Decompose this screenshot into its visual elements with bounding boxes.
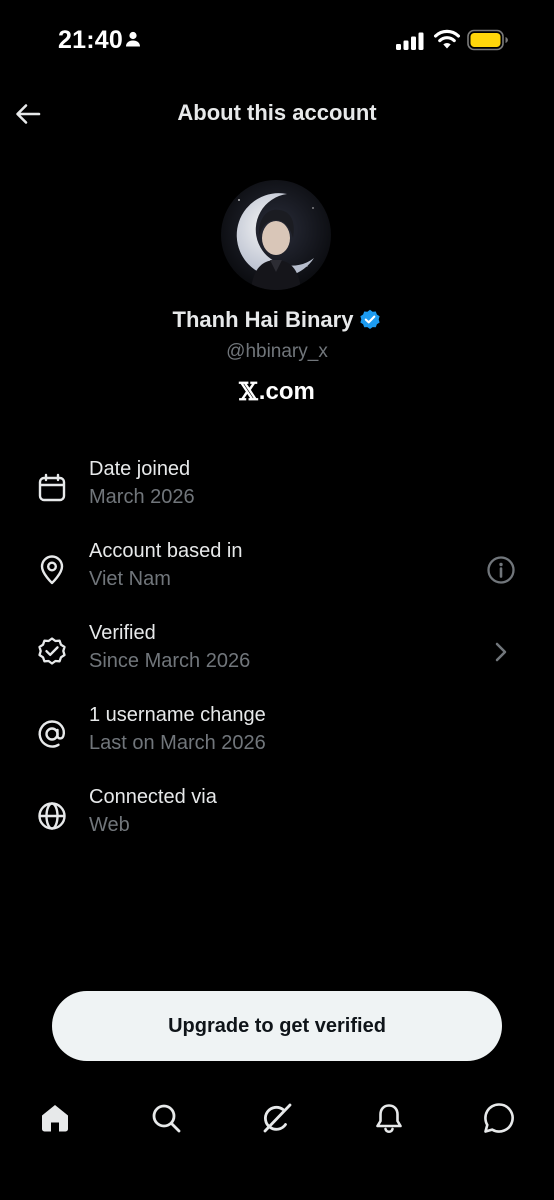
search-icon	[152, 1104, 181, 1133]
detail-connected-via: Connected via Web	[0, 786, 554, 856]
detail-title: Date joined	[89, 458, 191, 480]
nav-messages[interactable]	[479, 1098, 519, 1138]
nav-grok[interactable]	[257, 1098, 297, 1138]
x-logo-icon: 𝕏	[239, 377, 258, 406]
info-button[interactable]	[484, 553, 518, 587]
detail-subtitle: Last on March 2026	[89, 732, 266, 754]
globe-icon	[38, 802, 66, 830]
detail-username-changes: 1 username change Last on March 2026	[0, 704, 554, 774]
detail-account-location: Account based in Viet Nam	[0, 540, 554, 610]
nav-home[interactable]	[35, 1098, 75, 1138]
chevron-right-icon	[484, 635, 518, 669]
bottom-nav	[0, 1090, 554, 1146]
grok-icon	[263, 1103, 292, 1133]
detail-subtitle: Web	[89, 814, 130, 836]
detail-verified[interactable]: Verified Since March 2026	[0, 622, 554, 692]
handle: @hbinary_x	[226, 341, 328, 362]
nav-notifications[interactable]	[369, 1098, 409, 1138]
messages-icon	[484, 1103, 514, 1133]
detail-subtitle: March 2026	[89, 486, 195, 508]
verified-badge-outline-icon	[38, 637, 66, 665]
detail-subtitle: Viet Nam	[89, 568, 171, 590]
status-bar: 21:40	[0, 0, 554, 84]
detail-title: Account based in	[89, 540, 243, 562]
cellular-signal-icon	[396, 32, 424, 55]
display-name-row: Thanh Hai Binary	[0, 307, 554, 333]
wifi-icon	[433, 28, 461, 55]
verified-badge-icon	[360, 309, 381, 329]
detail-title: 1 username change	[89, 704, 266, 726]
calendar-icon	[38, 473, 66, 502]
battery-icon	[467, 29, 509, 56]
platform-domain: .com	[258, 377, 315, 405]
info-icon	[487, 556, 515, 584]
detail-title: Connected via	[89, 786, 217, 808]
status-time: 21:40	[58, 26, 123, 54]
bell-icon	[376, 1104, 402, 1133]
detail-title: Verified	[89, 622, 156, 644]
location-pin-icon	[40, 555, 64, 585]
page-title: About this account	[177, 100, 377, 125]
upgrade-button[interactable]: Upgrade to get verified	[52, 991, 502, 1061]
detail-subtitle: Since March 2026	[89, 650, 251, 672]
at-sign-icon	[38, 720, 65, 748]
person-icon	[125, 31, 141, 52]
display-name: Thanh Hai Binary	[172, 307, 354, 332]
platform-label: 𝕏 .com	[0, 377, 554, 406]
avatar	[221, 180, 331, 290]
detail-date-joined: Date joined March 2026	[0, 458, 554, 528]
home-icon	[42, 1105, 68, 1132]
nav-search[interactable]	[146, 1098, 186, 1138]
